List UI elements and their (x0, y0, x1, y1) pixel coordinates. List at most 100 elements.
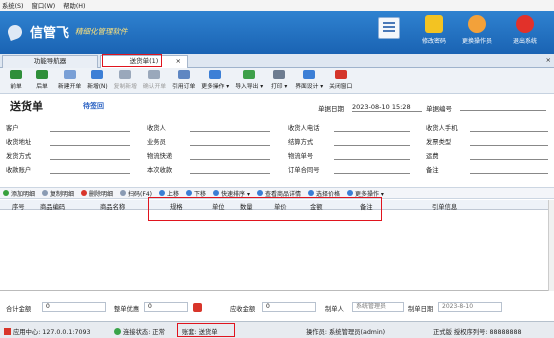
logistics-label: 物流快递 (147, 153, 173, 160)
number-field[interactable] (460, 110, 546, 111)
date-label: 单据日期 (318, 105, 344, 113)
import-export-icon (243, 70, 256, 79)
server-status: 应用中心: 127.0.0.1:7093 (4, 327, 91, 336)
receiver-field[interactable] (190, 131, 270, 132)
close-window-button[interactable]: 关闭窗口 (326, 70, 355, 90)
logistics-field[interactable] (190, 159, 270, 160)
menu-system[interactable]: 系统(S) (2, 1, 24, 10)
change-operator-button[interactable]: 更换操作员 (457, 15, 497, 45)
form-row: 收货地址 业务员 结算方式 发票类型 (0, 134, 554, 148)
prev-doc-label: 前单 (10, 84, 22, 90)
copy-icon (119, 70, 132, 79)
tab-bar: 功能导航器 送货单(1) × × (0, 54, 554, 68)
receiver-phone-label: 收货人电话 (288, 125, 320, 132)
view-grid-icon[interactable] (378, 17, 400, 39)
column-header[interactable]: 引单信息 (432, 202, 457, 211)
receiver-mobile-field[interactable] (470, 131, 548, 132)
menu-window[interactable]: 窗口(W) (32, 1, 56, 10)
server-icon (4, 328, 11, 335)
add-label: 新增(N) (87, 84, 108, 90)
reference-order-label: 引用订单 (172, 84, 196, 90)
license-status: 正式版 授权序列号: 88888888 (433, 329, 522, 336)
freight-field[interactable] (470, 159, 548, 160)
new-doc-label: 新建开单 (58, 84, 82, 90)
date-field[interactable]: 2023-08-10 15:28 (352, 103, 422, 112)
reference-order-button[interactable]: 引用订单 (169, 70, 198, 90)
status-badge: 待签回 (83, 102, 104, 110)
change-password-button[interactable]: 修改密码 (414, 15, 454, 45)
address-field[interactable] (50, 145, 130, 146)
account-field[interactable] (50, 173, 130, 174)
new-doc-button[interactable]: 新建开单 (55, 70, 84, 90)
panel-close-icon[interactable]: × (546, 56, 551, 64)
column-header[interactable]: 商品编码 (40, 202, 65, 211)
detail-grid[interactable]: 序号 商品编码 商品名称 规格 单位 数量 单价 金额 备注 引单信息 (0, 197, 554, 291)
move-up-icon (159, 190, 165, 196)
invoice-type-field[interactable] (470, 145, 548, 146)
discount-edit-icon[interactable] (193, 303, 202, 312)
ui-design-button[interactable]: 界面设计 ▾ (292, 70, 326, 90)
delete-row-icon (81, 190, 88, 196)
received-amount-field[interactable] (190, 173, 270, 174)
check-icon (114, 328, 121, 335)
design-icon (303, 70, 316, 79)
print-label: 打印 ▾ (271, 84, 288, 90)
highlight-account-box (177, 323, 235, 337)
exit-system-button[interactable]: 退出系统 (505, 15, 545, 45)
delete-row-button[interactable]: 删除明细 (81, 189, 113, 198)
move-down-icon (186, 190, 193, 196)
copy-row-icon (42, 190, 49, 196)
menu-help[interactable]: 帮助(H) (63, 1, 85, 10)
lock-icon (425, 15, 443, 33)
shipping-method-label: 发货方式 (6, 153, 32, 160)
print-icon (273, 70, 286, 79)
sort-icon (213, 190, 220, 196)
column-header[interactable]: 序号 (12, 202, 25, 211)
settlement-label: 结算方式 (288, 139, 314, 146)
receiver-mobile-label: 收货人手机 (426, 125, 458, 132)
contract-number-label: 订单合同号 (288, 167, 320, 174)
settlement-field[interactable] (334, 145, 410, 146)
ui-design-label: 界面设计 ▾ (295, 84, 324, 90)
add-button[interactable]: 新增(N) (84, 70, 110, 90)
discount-field[interactable]: 0 (144, 302, 188, 312)
import-export-button[interactable]: 导入导出 ▾ (232, 70, 266, 90)
copy-add-button[interactable]: 复制新增 (111, 70, 140, 90)
form-row: 客户 收货人 收货人电话 收货人手机 (0, 120, 554, 134)
detail-icon (256, 190, 263, 196)
contract-number-field[interactable] (334, 173, 410, 174)
shipping-method-field[interactable] (50, 159, 130, 160)
operator-status: 操作员: 系统管理员(admin) (306, 329, 386, 336)
received-amount-label: 本次收款 (147, 167, 173, 174)
tracking-number-field[interactable] (334, 159, 410, 160)
totals-bar: 合计金额 0 整单优惠 0 应收金额 0 制单人 系统管理员 制单日期 2023… (0, 300, 554, 316)
toolbar: 前单 后单 新建开单 新增(N) 复制新增 确认开单 引用订单 更多操作 ▾ 导… (0, 68, 554, 94)
column-header[interactable]: 商品名称 (100, 202, 125, 211)
next-doc-button[interactable]: 后单 (29, 70, 55, 90)
more-actions-button[interactable]: 更多操作 ▾ (198, 70, 232, 90)
tab-close-icon[interactable]: × (176, 56, 181, 67)
add-row-button[interactable]: 添加明细 (3, 189, 35, 198)
logo-icon (6, 21, 28, 41)
brand-name: 信管飞 (30, 25, 70, 41)
add-row-label: 添加明细 (11, 190, 36, 198)
customer-label: 客户 (6, 125, 19, 132)
receiver-phone-field[interactable] (334, 131, 410, 132)
print-button[interactable]: 打印 ▾ (266, 70, 292, 90)
copy-row-button[interactable]: 复制明细 (42, 189, 74, 198)
copy-add-label: 复制新增 (113, 84, 137, 90)
grid-scrollbar[interactable] (548, 200, 554, 291)
new-doc-icon (63, 70, 76, 79)
tab-navigator[interactable]: 功能导航器 (2, 55, 98, 68)
invoice-type-label: 发票类型 (426, 139, 452, 146)
more-icon (209, 70, 222, 79)
receivable-field: 0 (262, 302, 316, 312)
arrow-left-icon (10, 70, 22, 79)
salesperson-field[interactable] (190, 145, 270, 146)
import-export-label: 导入导出 ▾ (235, 84, 264, 90)
customer-field[interactable] (50, 131, 130, 132)
add-icon (91, 70, 104, 79)
remark-field[interactable] (470, 173, 548, 174)
prev-doc-button[interactable]: 前单 (3, 70, 29, 90)
confirm-button[interactable]: 确认开单 (140, 70, 169, 90)
